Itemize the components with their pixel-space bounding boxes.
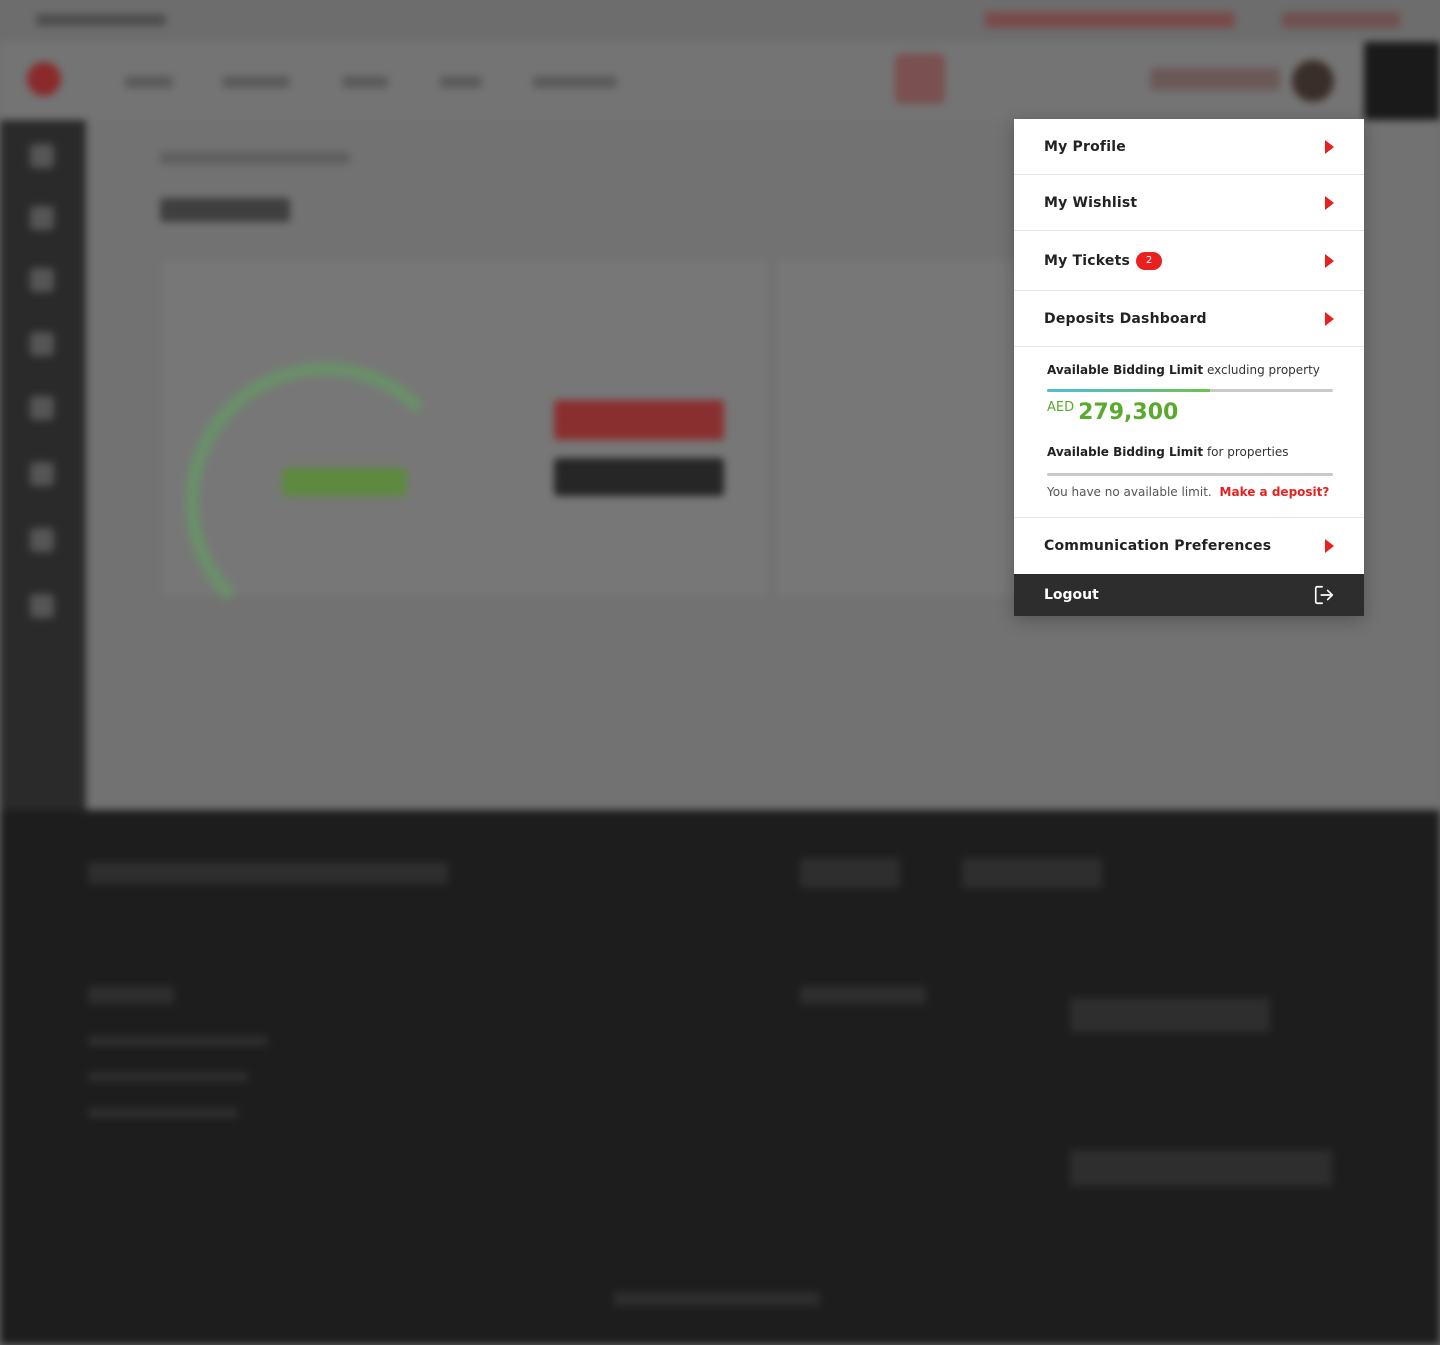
menu-item-deposits-dashboard[interactable]: Deposits Dashboard [1014,291,1364,347]
limit-gauge [185,362,465,642]
bidding-limit-amount: AED 279,300 [1047,400,1333,425]
menu-item-my-tickets[interactable]: My Tickets 2 [1014,231,1364,291]
top-bar-contact [985,12,1235,28]
footer [0,810,1440,1345]
chevron-right-icon [1325,311,1334,326]
logout-icon [1314,585,1334,605]
footer-heading [800,986,926,1004]
nav-link-3 [342,76,388,88]
logo-icon [27,62,61,96]
nav-link-5 [533,76,617,88]
footer-logo [1070,998,1270,1032]
menu-item-label: My Wishlist [1044,194,1138,211]
chevron-right-icon [1325,139,1334,154]
sidebar-icon [30,332,54,356]
footer-heading [88,986,174,1004]
menu-item-my-profile[interactable]: My Profile [1014,119,1364,175]
nav-user-name [1150,68,1280,90]
chevron-right-icon [1325,195,1334,210]
sidebar-icon [30,594,54,618]
amount-value: 279,300 [1078,400,1179,425]
deposit-button [554,400,724,440]
nav-link-4 [440,76,482,88]
footer-link [88,1036,268,1046]
gauge-value [282,468,407,496]
property-limit-suffix: for properties [1206,445,1289,459]
sidebar-icon [30,144,54,168]
make-deposit-link[interactable]: Make a deposit? [1220,485,1330,499]
footer-link [88,1108,238,1118]
menu-item-label: Communication Preferences [1044,538,1272,554]
account-dropdown: My Profile My Wishlist My Tickets 2 Depo… [1014,119,1364,616]
bidding-limit-progress-fill [1047,389,1211,392]
nav-link-2 [222,76,290,88]
no-limit-message: You have no available limit. Make a depo… [1047,485,1333,499]
no-limit-text: You have no available limit. [1047,485,1212,499]
footer-badge [800,858,900,888]
footer-app-badges [1070,1150,1332,1186]
sidebar-icon [30,206,54,230]
footer-copyright [614,1292,820,1306]
top-bar-left-text [36,14,166,26]
menu-item-communication-preferences[interactable]: Communication Preferences [1014,518,1364,574]
nav-link-1 [125,76,173,88]
top-bar-language [1282,12,1400,28]
nav-promo-badge [895,54,945,104]
menu-item-label: Deposits Dashboard [1044,310,1207,327]
logout-label: Logout [1044,587,1099,603]
property-limit-progress [1047,473,1333,476]
breadcrumb [160,152,350,164]
footer-link [88,1072,248,1082]
bidding-limit-progress [1047,389,1333,392]
sidebar-icon [30,528,54,552]
avatar [1292,60,1334,102]
footer-newsletter [88,862,448,884]
footer-badge [962,858,1102,888]
bidding-limit-title: Available Bidding Limit excluding proper… [1047,363,1333,377]
sidebar-icon [30,462,54,486]
tickets-count-badge: 2 [1136,251,1163,270]
currency-label: AED [1047,400,1075,415]
property-limit-label: Available Bidding Limit [1047,445,1204,459]
bidding-limits-panel: Available Bidding Limit excluding proper… [1014,347,1364,518]
menu-item-my-wishlist[interactable]: My Wishlist [1014,175,1364,231]
sidebar-icon [30,396,54,420]
top-utility-bar [0,0,1440,42]
property-limit-title: Available Bidding Limit for properties [1047,445,1333,459]
page-title [160,198,290,222]
sidebar [0,120,86,810]
logout-button[interactable]: Logout [1014,574,1364,616]
chevron-right-icon [1325,539,1334,553]
chevron-right-icon [1325,253,1334,268]
menu-toggle-area [1364,42,1440,120]
bidding-limit-suffix: excluding property [1206,363,1320,377]
withdraw-button [554,458,724,496]
menu-item-label: My Profile [1044,138,1126,155]
main-navbar [0,42,1440,120]
menu-item-label: My Tickets [1044,252,1131,269]
sidebar-icon [30,268,54,292]
bidding-limit-label: Available Bidding Limit [1047,363,1204,377]
